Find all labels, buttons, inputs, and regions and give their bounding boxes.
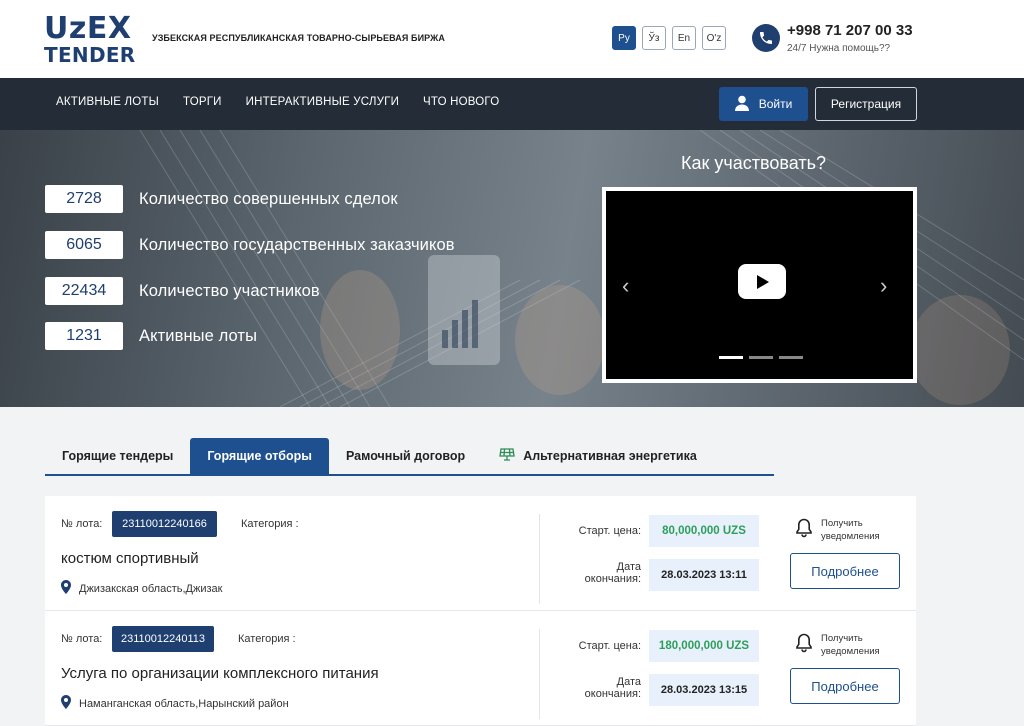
- login-button[interactable]: Войти: [719, 87, 808, 121]
- map-pin-icon: [61, 695, 71, 712]
- end-date-label-line2: окончания:: [584, 573, 641, 585]
- tab-alternative-energy[interactable]: Альтернативная энергетика: [482, 438, 714, 474]
- lot-title[interactable]: Услуга по организации комплексного питан…: [61, 665, 379, 682]
- location-text: Джизакская область,Джизак: [79, 582, 223, 595]
- card-divider: [539, 514, 540, 604]
- nav-item-auctions[interactable]: ТОРГИ: [183, 96, 222, 108]
- phone-icon: [752, 24, 780, 52]
- tab-hot-tenders[interactable]: Горящие тендеры: [45, 438, 190, 474]
- tab-framework-agreement[interactable]: Рамочный договор: [329, 438, 482, 474]
- notify-label-line2: уведомления: [821, 645, 880, 657]
- stat-label: Активные лоты: [139, 326, 258, 345]
- stat-label: Количество участников: [139, 281, 320, 300]
- lang-ru-button[interactable]: Ру: [612, 26, 636, 50]
- end-date-label: Дата окончания:: [565, 676, 641, 700]
- notify-label-line2: уведомления: [821, 530, 880, 542]
- start-price-value: 80,000,000 UZS: [649, 515, 759, 547]
- lot-card: № лота: 23110012240166 Категория : костю…: [45, 496, 916, 611]
- notify-toggle[interactable]: Получить уведомления: [795, 518, 880, 544]
- bell-icon: [795, 518, 813, 543]
- lot-location: Джизакская область,Джизак: [61, 580, 222, 597]
- lot-title[interactable]: костюм спортивный: [61, 550, 199, 567]
- slider-dot[interactable]: [749, 356, 773, 359]
- nav-item-interactive-services[interactable]: ИНТЕРАКТИВНЫЕ УСЛУГИ: [246, 96, 399, 108]
- slider-dot[interactable]: [719, 356, 743, 359]
- uzex-logo[interactable]: UzEX TENDER: [44, 11, 140, 67]
- lot-location: Наманганская область,Нарынский район: [61, 695, 289, 712]
- solar-panel-icon: [499, 448, 515, 464]
- stat-participants: 22434 Количество участников: [45, 277, 320, 305]
- location-text: Наманганская область,Нарынский район: [79, 697, 289, 710]
- how-to-participate-title: Как участвовать?: [681, 153, 826, 173]
- lot-number-badge: 23110012240113: [112, 626, 214, 652]
- start-price-label: Старт. цена:: [578, 640, 641, 652]
- end-date-label-line1: Дата: [616, 676, 641, 688]
- lot-card: № лота: 23110012240113 Категория : Услуг…: [45, 611, 916, 726]
- stat-value: 2728: [45, 185, 123, 213]
- lot-number-label: № лота:: [61, 633, 103, 645]
- notify-label-line1: Получить: [821, 633, 863, 644]
- nav-menu: АКТИВНЫЕ ЛОТЫ ТОРГИ ИНТЕРАКТИВНЫЕ УСЛУГИ…: [56, 96, 499, 108]
- stat-value: 22434: [45, 277, 123, 305]
- end-date-label-line1: Дата: [616, 561, 641, 573]
- notify-label: Получить уведомления: [821, 518, 880, 544]
- tab-label: Альтернативная энергетика: [523, 449, 697, 463]
- stat-deals: 2728 Количество совершенных сделок: [45, 185, 398, 213]
- details-button[interactable]: Подробнее: [790, 668, 900, 704]
- lot-number-badge: 23110012240166: [112, 511, 217, 537]
- org-name: УЗБЕКСКАЯ РЕСПУБЛИКАНСКАЯ ТОВАРНО-СЫРЬЕВ…: [152, 33, 445, 43]
- start-price-value: 180,000,000 UZS: [649, 630, 759, 662]
- stat-gov-customers: 6065 Количество государственных заказчик…: [45, 231, 455, 259]
- notify-toggle[interactable]: Получить уведомления: [795, 633, 880, 659]
- nav-item-active-lots[interactable]: АКТИВНЫЕ ЛОТЫ: [56, 96, 159, 108]
- login-label: Войти: [758, 97, 793, 111]
- bell-icon: [795, 633, 813, 658]
- chevron-right-icon[interactable]: ›: [880, 273, 887, 299]
- lot-number-label: № лота:: [61, 518, 103, 530]
- user-icon: [734, 95, 749, 114]
- slider-indicators: [719, 356, 803, 359]
- details-button[interactable]: Подробнее: [790, 553, 900, 589]
- notify-label-line1: Получить: [821, 518, 863, 529]
- lang-uz-cyr-button[interactable]: Ўз: [642, 26, 666, 50]
- play-icon[interactable]: [738, 264, 786, 299]
- stat-label: Количество совершенных сделок: [139, 189, 398, 208]
- chevron-left-icon[interactable]: ‹: [622, 273, 629, 299]
- end-date-value: 28.03.2023 13:11: [649, 559, 759, 591]
- notify-label: Получить уведомления: [821, 633, 880, 659]
- video-slider[interactable]: ‹ ›: [602, 187, 917, 383]
- top-bar: UzEX TENDER УЗБЕКСКАЯ РЕСПУБЛИКАНСКАЯ ТО…: [0, 0, 1024, 78]
- stat-label: Количество государственных заказчиков: [139, 235, 455, 254]
- category-label: Категория :: [241, 518, 299, 530]
- stat-active-lots: 1231 Активные лоты: [45, 322, 257, 350]
- map-pin-icon: [61, 580, 71, 597]
- logo-line2: TENDER: [44, 43, 136, 67]
- lang-uz-lat-button[interactable]: O'z: [702, 26, 726, 50]
- language-switcher: Ру Ўз En O'z: [612, 26, 726, 50]
- end-date-label: Дата окончания:: [565, 561, 641, 585]
- end-date-value: 28.03.2023 13:15: [649, 674, 759, 706]
- start-price-label: Старт. цена:: [578, 525, 641, 537]
- tab-hot-selections[interactable]: Горящие отборы: [190, 438, 329, 474]
- stat-value: 6065: [45, 231, 123, 259]
- category-label: Категория :: [238, 633, 296, 645]
- help-note: 24/7 Нужна помощь??: [787, 43, 891, 54]
- stat-value: 1231: [45, 322, 123, 350]
- lang-en-button[interactable]: En: [672, 26, 696, 50]
- card-divider: [539, 629, 540, 719]
- phone-number[interactable]: +998 71 207 00 33: [787, 22, 913, 39]
- lots-tabs: Горящие тендеры Горящие отборы Рамочный …: [45, 438, 774, 476]
- end-date-label-line2: окончания:: [584, 688, 641, 700]
- nav-item-whats-new[interactable]: ЧТО НОВОГО: [423, 96, 499, 108]
- logo-line1: UzEX: [44, 11, 132, 46]
- slider-dot[interactable]: [779, 356, 803, 359]
- register-button[interactable]: Регистрация: [815, 87, 917, 121]
